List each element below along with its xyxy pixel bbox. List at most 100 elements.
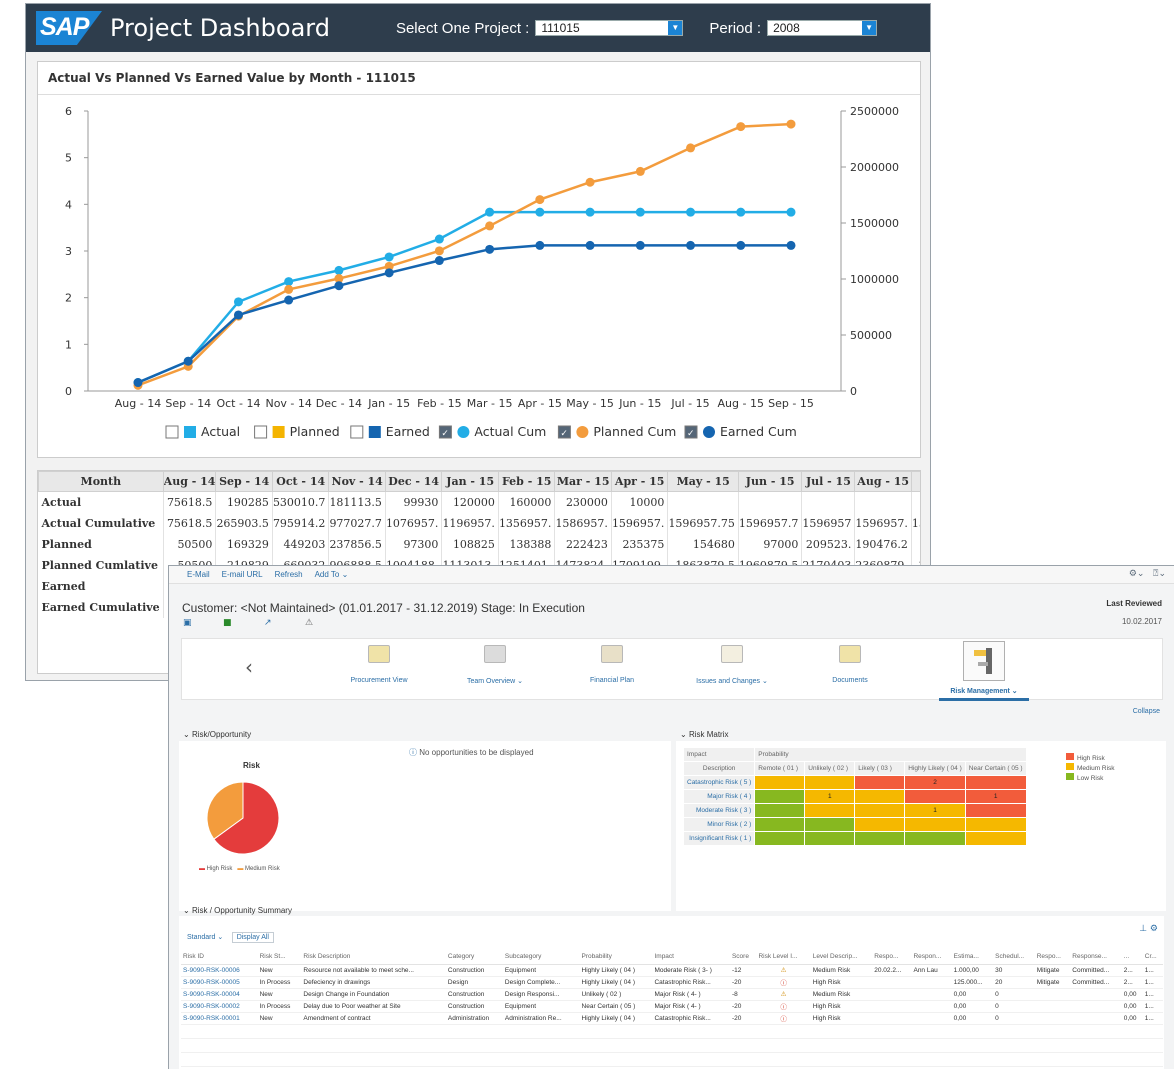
data-point[interactable] xyxy=(233,297,243,307)
impact-row-label[interactable]: Insignificant Risk ( 1 ) xyxy=(682,831,756,846)
matrix-cell[interactable] xyxy=(754,789,806,804)
matrix-cell[interactable] xyxy=(964,775,1027,790)
risk-id-link[interactable]: S-9090-RSK-00005 xyxy=(181,976,258,989)
matrix-cell[interactable] xyxy=(754,775,806,790)
column-header[interactable]: Risk ID xyxy=(181,950,258,965)
legend-checkbox[interactable] xyxy=(254,425,268,439)
column-header[interactable]: Risk St... xyxy=(257,950,302,965)
matrix-cell[interactable] xyxy=(754,817,806,832)
column-header[interactable]: Score xyxy=(729,950,757,965)
data-point[interactable] xyxy=(284,295,294,305)
data-point[interactable] xyxy=(384,252,394,262)
impact-row-label[interactable]: Catastrophic Risk ( 5 ) xyxy=(682,775,756,790)
data-point[interactable] xyxy=(585,177,595,187)
table-row[interactable]: S-9090-RSK-00006 New Resource not availabl… xyxy=(181,964,1163,977)
data-point[interactable] xyxy=(686,207,696,217)
column-header[interactable]: Respo... xyxy=(872,950,912,965)
data-point[interactable] xyxy=(635,207,645,217)
data-point[interactable] xyxy=(635,166,645,176)
nav-procurement-view[interactable]: Procurement View xyxy=(319,639,439,699)
matrix-cell[interactable] xyxy=(854,803,906,818)
section-risk-matrix-header[interactable]: ⌄ Risk Matrix xyxy=(680,730,729,739)
table-row[interactable]: S-9090-RSK-00001 New Amendment of contract… xyxy=(181,1012,1163,1025)
data-point[interactable] xyxy=(686,240,696,250)
project-dropdown[interactable]: 111015 ▼ xyxy=(535,20,684,36)
table-row[interactable]: S-9090-RSK-00002 In Process Delay due to P… xyxy=(181,1000,1163,1013)
chevron-down-icon[interactable]: ▼ xyxy=(862,21,877,35)
data-point[interactable] xyxy=(434,234,444,244)
matrix-cell[interactable]: 1 xyxy=(964,789,1027,804)
column-header[interactable]: Respo... xyxy=(1034,950,1071,965)
data-point[interactable] xyxy=(736,207,746,217)
column-header[interactable]: ... xyxy=(1121,950,1143,965)
standard-variant-button[interactable]: Standard ⌄ xyxy=(183,933,228,944)
data-point[interactable] xyxy=(183,356,193,366)
column-header[interactable]: Risk Level I... xyxy=(756,950,811,965)
column-header[interactable]: Category xyxy=(445,950,503,965)
table-row[interactable]: S-9090-RSK-00004 New Design Change in Foun… xyxy=(181,988,1163,1001)
back-chevron-icon[interactable]: ‹ xyxy=(245,655,253,679)
matrix-cell[interactable] xyxy=(804,817,856,832)
matrix-cell[interactable] xyxy=(754,803,806,818)
risk-id-link[interactable]: S-9090-RSK-00004 xyxy=(181,988,258,1001)
matrix-cell[interactable] xyxy=(904,817,966,832)
column-header[interactable]: Level Descrip... xyxy=(810,950,873,965)
nav-documents[interactable]: Documents xyxy=(790,639,910,699)
data-point[interactable] xyxy=(284,277,294,287)
matrix-cell[interactable] xyxy=(754,831,806,846)
matrix-cell[interactable] xyxy=(804,775,856,790)
data-point[interactable] xyxy=(334,281,344,291)
matrix-cell[interactable] xyxy=(804,831,856,846)
data-point[interactable] xyxy=(434,256,444,266)
matrix-cell[interactable] xyxy=(964,803,1027,818)
data-point[interactable] xyxy=(434,246,444,256)
data-point[interactable] xyxy=(485,221,495,231)
data-point[interactable] xyxy=(736,240,746,250)
column-header[interactable]: Risk Description xyxy=(301,950,446,965)
export-icon[interactable]: ⊥ xyxy=(1139,924,1147,934)
column-header[interactable]: Response... xyxy=(1070,950,1122,965)
risk-id-link[interactable]: S-9090-RSK-00002 xyxy=(181,1000,258,1013)
help-icon[interactable]: ⍰⌄ xyxy=(1153,569,1166,579)
display-all-button[interactable]: Display All xyxy=(231,932,274,943)
risk-id-link[interactable]: S-9090-RSK-00001 xyxy=(181,1012,258,1025)
email-link[interactable]: E-Mail xyxy=(187,570,210,579)
settings-icon[interactable]: ⚙ xyxy=(1150,924,1158,934)
data-point[interactable] xyxy=(686,143,696,153)
column-header[interactable]: Impact xyxy=(652,950,730,965)
settings-icon[interactable]: ⚙⌄ xyxy=(1129,569,1145,579)
period-dropdown[interactable]: 2008 ▼ xyxy=(767,20,878,36)
matrix-cell[interactable]: 2 xyxy=(904,775,966,790)
matrix-cell[interactable] xyxy=(854,775,906,790)
nav-financial-plan[interactable]: Financial Plan xyxy=(552,639,672,699)
collapse-link[interactable]: Collapse xyxy=(1133,708,1160,715)
impact-row-label[interactable]: Major Risk ( 4 ) xyxy=(682,789,756,804)
nav-risk-management[interactable]: Risk Management ⌄ xyxy=(939,639,1029,701)
data-point[interactable] xyxy=(635,240,645,250)
column-header[interactable]: Estima... xyxy=(951,950,994,965)
data-point[interactable] xyxy=(535,240,545,250)
column-header[interactable]: Cr... xyxy=(1142,950,1163,965)
data-point[interactable] xyxy=(786,240,796,250)
nav-issues-changes[interactable]: Issues and Changes ⌄ xyxy=(672,639,792,699)
matrix-cell[interactable] xyxy=(904,831,966,846)
refresh-link[interactable]: Refresh xyxy=(275,570,303,579)
data-point[interactable] xyxy=(585,207,595,217)
add-to-link[interactable]: Add To ⌄ xyxy=(315,570,349,579)
chevron-down-icon[interactable]: ▼ xyxy=(668,21,683,35)
matrix-cell[interactable] xyxy=(854,789,906,804)
data-point[interactable] xyxy=(786,119,796,129)
section-summary-header[interactable]: ⌄ Risk / Opportunity Summary xyxy=(183,906,292,915)
risk-id-link[interactable]: S-9090-RSK-00006 xyxy=(181,964,258,977)
impact-row-label[interactable]: Minor Risk ( 2 ) xyxy=(682,817,756,832)
matrix-cell[interactable] xyxy=(804,803,856,818)
data-point[interactable] xyxy=(535,195,545,205)
column-header[interactable]: Respon... xyxy=(911,950,952,965)
legend-checkbox[interactable] xyxy=(350,425,364,439)
data-point[interactable] xyxy=(535,207,545,217)
legend-checkbox[interactable] xyxy=(165,425,179,439)
matrix-cell[interactable] xyxy=(964,831,1027,846)
data-point[interactable] xyxy=(334,265,344,275)
data-point[interactable] xyxy=(384,268,394,278)
email-url-link[interactable]: E-mail URL xyxy=(222,570,263,579)
